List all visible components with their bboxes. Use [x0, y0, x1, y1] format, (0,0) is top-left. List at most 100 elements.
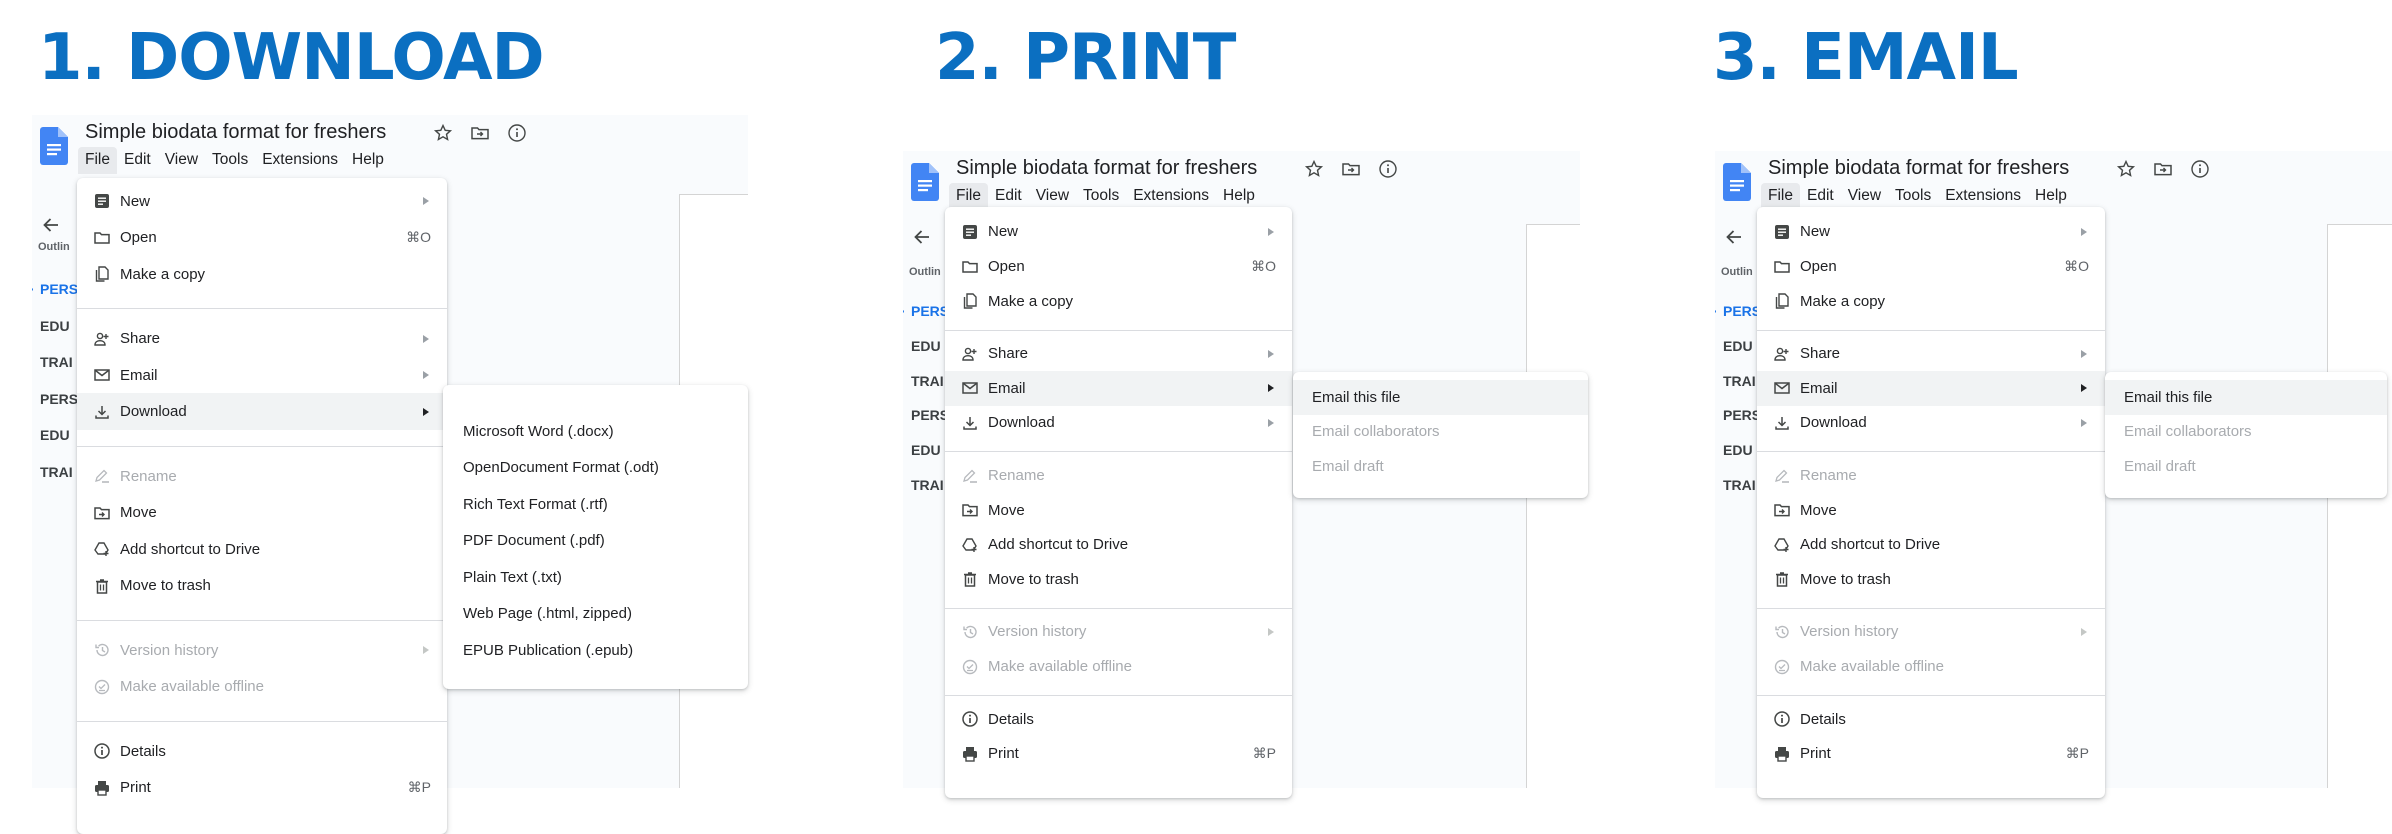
- move-to-folder-icon[interactable]: [1341, 159, 1361, 179]
- google-docs-logo-icon[interactable]: [911, 163, 939, 201]
- submenu-item[interactable]: Web Page (.html, zipped): [443, 596, 748, 633]
- file-menu-item-move[interactable]: Move: [77, 494, 447, 531]
- menu-extensions[interactable]: Extensions: [255, 147, 345, 174]
- submenu-item[interactable]: Email this file: [1293, 380, 1588, 415]
- menu-edit[interactable]: Edit: [1800, 183, 1841, 210]
- file-menu-item-download[interactable]: Download: [77, 393, 447, 430]
- document-page[interactable]: [2327, 224, 2392, 788]
- menu-file[interactable]: File: [949, 183, 988, 210]
- menu-edit[interactable]: Edit: [988, 183, 1029, 210]
- file-menu-item-share[interactable]: Share: [77, 320, 447, 357]
- file-menu-item-add-shortcut-to-drive[interactable]: Add shortcut to Drive: [1757, 528, 2105, 563]
- submenu-item[interactable]: Microsoft Word (.docx): [443, 413, 748, 450]
- download-icon: [1773, 414, 1791, 432]
- file-menu-item-move[interactable]: Move: [945, 493, 1292, 528]
- file-menu-item-details[interactable]: Details: [1757, 702, 2105, 737]
- document-status-info-icon[interactable]: [507, 123, 527, 143]
- file-menu-item-print[interactable]: Print ⌘P: [1757, 737, 2105, 772]
- menu-tools[interactable]: Tools: [1076, 183, 1126, 210]
- menu-item-label: New: [1800, 223, 1831, 241]
- file-menu-item-email[interactable]: Email: [77, 357, 447, 394]
- document-title[interactable]: Simple biodata format for freshers: [1768, 157, 2069, 180]
- file-menu-item-open[interactable]: Open ⌘O: [945, 249, 1292, 284]
- document-title[interactable]: Simple biodata format for freshers: [85, 121, 386, 144]
- menu-file[interactable]: File: [1761, 183, 1800, 210]
- file-menu-item-make-a-copy[interactable]: Make a copy: [77, 256, 447, 293]
- submenu-arrow-icon: [1268, 384, 1274, 393]
- menu-tools[interactable]: Tools: [205, 147, 255, 174]
- move-folder-icon: [1773, 501, 1791, 519]
- file-menu-item-download[interactable]: Download: [945, 406, 1292, 441]
- outline-item[interactable]: EDU: [40, 427, 80, 443]
- file-menu-item-share[interactable]: Share: [1757, 337, 2105, 372]
- document-status-info-icon[interactable]: [1378, 159, 1398, 179]
- menu-extensions[interactable]: Extensions: [1126, 183, 1216, 210]
- back-arrow-icon[interactable]: [40, 214, 62, 236]
- file-menu-item-version-history: Version history: [945, 615, 1292, 650]
- outline-item[interactable]: TRAI: [40, 464, 80, 480]
- menu-view[interactable]: View: [158, 147, 205, 174]
- submenu-item[interactable]: Rich Text Format (.rtf): [443, 486, 748, 523]
- menu-file[interactable]: File: [78, 147, 117, 174]
- outline-heading: Outlin: [909, 266, 941, 278]
- outline-item[interactable]: PERS: [40, 391, 80, 407]
- file-menu-item-move-to-trash[interactable]: Move to trash: [945, 562, 1292, 597]
- file-menu-item-move-to-trash[interactable]: Move to trash: [77, 567, 447, 604]
- back-arrow-icon[interactable]: [1723, 226, 1745, 248]
- file-menu-item-print[interactable]: Print ⌘P: [945, 737, 1292, 772]
- move-to-folder-icon[interactable]: [2153, 159, 2173, 179]
- menu-edit[interactable]: Edit: [117, 147, 158, 174]
- folder-icon: [93, 229, 111, 247]
- file-menu-item-download[interactable]: Download: [1757, 406, 2105, 441]
- menu-extensions[interactable]: Extensions: [1938, 183, 2028, 210]
- file-menu-item-add-shortcut-to-drive[interactable]: Add shortcut to Drive: [77, 531, 447, 568]
- star-icon[interactable]: [433, 123, 453, 143]
- menu-tools[interactable]: Tools: [1888, 183, 1938, 210]
- back-arrow-icon[interactable]: [911, 226, 933, 248]
- outline-item[interactable]: TRAI: [40, 354, 80, 370]
- file-menu-item-email[interactable]: Email: [1757, 371, 2105, 406]
- file-menu-item-new[interactable]: New: [1757, 215, 2105, 250]
- submenu-item[interactable]: Email this file: [2105, 380, 2387, 415]
- file-menu-item-share[interactable]: Share: [945, 337, 1292, 372]
- file-menu-item-new[interactable]: New: [77, 183, 447, 220]
- star-icon[interactable]: [2116, 159, 2136, 179]
- file-menu-item-open[interactable]: Open ⌘O: [77, 219, 447, 256]
- submenu-item[interactable]: EPUB Publication (.epub): [443, 632, 748, 669]
- offline-check-icon: [93, 678, 111, 696]
- submenu-item[interactable]: Plain Text (.txt): [443, 559, 748, 596]
- submenu-arrow-icon: [2081, 349, 2087, 358]
- document-status-info-icon[interactable]: [2190, 159, 2210, 179]
- google-docs-logo-icon[interactable]: [1723, 163, 1751, 201]
- menu-help[interactable]: Help: [1216, 183, 1262, 210]
- star-icon[interactable]: [1304, 159, 1324, 179]
- document-page[interactable]: [1526, 224, 1580, 788]
- menu-divider: [1757, 607, 2105, 609]
- file-menu-item-add-shortcut-to-drive[interactable]: Add shortcut to Drive: [945, 528, 1292, 563]
- outline-current-marker: ·: [903, 303, 906, 319]
- outline-item[interactable]: EDU: [40, 318, 80, 334]
- move-to-folder-icon[interactable]: [470, 123, 490, 143]
- submenu-item[interactable]: PDF Document (.pdf): [443, 523, 748, 560]
- file-menu-item-new[interactable]: New: [945, 215, 1292, 250]
- menu-view[interactable]: View: [1029, 183, 1076, 210]
- menu-help[interactable]: Help: [345, 147, 391, 174]
- file-menu-item-move-to-trash[interactable]: Move to trash: [1757, 562, 2105, 597]
- document-title[interactable]: Simple biodata format for freshers: [956, 157, 1257, 180]
- new-document-icon: [93, 192, 111, 210]
- info-icon: [961, 710, 979, 728]
- file-menu-item-email[interactable]: Email: [945, 371, 1292, 406]
- file-menu-item-open[interactable]: Open ⌘O: [1757, 249, 2105, 284]
- file-menu-item-make-a-copy[interactable]: Make a copy: [945, 284, 1292, 319]
- submenu-item[interactable]: OpenDocument Format (.odt): [443, 450, 748, 487]
- menu-item-label: Make a copy: [988, 292, 1074, 310]
- outline-item[interactable]: PERS: [40, 281, 80, 297]
- menu-help[interactable]: Help: [2028, 183, 2074, 210]
- file-menu-item-make-a-copy[interactable]: Make a copy: [1757, 284, 2105, 319]
- submenu-item-label: PDF Document (.pdf): [463, 532, 605, 550]
- file-menu-item-details[interactable]: Details: [77, 733, 447, 770]
- google-docs-logo-icon[interactable]: [40, 127, 68, 165]
- file-menu-item-details[interactable]: Details: [945, 702, 1292, 737]
- menu-view[interactable]: View: [1841, 183, 1888, 210]
- file-menu-item-move[interactable]: Move: [1757, 493, 2105, 528]
